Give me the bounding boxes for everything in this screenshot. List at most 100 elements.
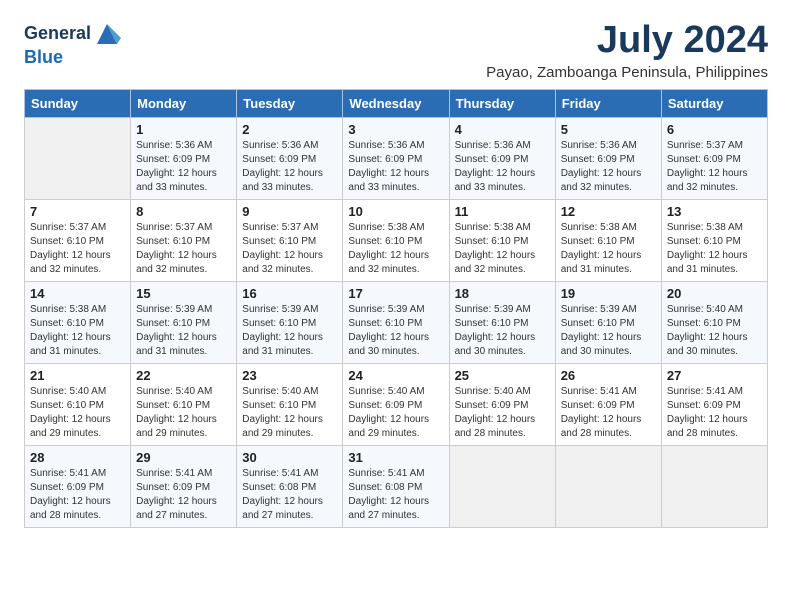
day-info: Sunrise: 5:37 AM Sunset: 6:09 PM Dayligh… bbox=[667, 139, 762, 195]
calendar-cell bbox=[25, 117, 131, 199]
day-info: Sunrise: 5:39 AM Sunset: 6:10 PM Dayligh… bbox=[136, 303, 231, 359]
calendar-cell: 23 Sunrise: 5:40 AM Sunset: 6:10 PM Dayli… bbox=[237, 363, 343, 445]
calendar-cell: 1 Sunrise: 5:36 AM Sunset: 6:09 PM Daylig… bbox=[131, 117, 237, 199]
calendar-week-row: 1 Sunrise: 5:36 AM Sunset: 6:09 PM Daylig… bbox=[25, 117, 768, 199]
day-info: Sunrise: 5:36 AM Sunset: 6:09 PM Dayligh… bbox=[561, 139, 656, 195]
logo-text-general: General bbox=[24, 24, 91, 44]
day-number: 1 bbox=[136, 122, 231, 137]
day-number: 7 bbox=[30, 204, 125, 219]
day-number: 16 bbox=[242, 286, 337, 301]
day-info: Sunrise: 5:39 AM Sunset: 6:10 PM Dayligh… bbox=[455, 303, 550, 359]
day-number: 2 bbox=[242, 122, 337, 137]
calendar-cell bbox=[661, 445, 767, 527]
calendar-cell: 5 Sunrise: 5:36 AM Sunset: 6:09 PM Daylig… bbox=[555, 117, 661, 199]
day-info: Sunrise: 5:36 AM Sunset: 6:09 PM Dayligh… bbox=[455, 139, 550, 195]
day-info: Sunrise: 5:36 AM Sunset: 6:09 PM Dayligh… bbox=[242, 139, 337, 195]
calendar-cell: 22Sunrise: 5:40 AM Sunset: 6:10 PM Dayli… bbox=[131, 363, 237, 445]
calendar-cell bbox=[555, 445, 661, 527]
title-area: July 2024 Payao, Zamboanga Peninsula, Ph… bbox=[486, 20, 768, 81]
calendar-cell: 28Sunrise: 5:41 AM Sunset: 6:09 PM Dayli… bbox=[25, 445, 131, 527]
calendar-cell: 12Sunrise: 5:38 AM Sunset: 6:10 PM Dayli… bbox=[555, 199, 661, 281]
day-number: 26 bbox=[561, 368, 656, 383]
weekday-header-row: SundayMondayTuesdayWednesdayThursdayFrid… bbox=[25, 89, 768, 117]
day-number: 6 bbox=[667, 122, 762, 137]
location-subtitle: Payao, Zamboanga Peninsula, Philippines bbox=[486, 64, 768, 81]
day-number: 5 bbox=[561, 122, 656, 137]
day-number: 11 bbox=[455, 204, 550, 219]
day-info: Sunrise: 5:38 AM Sunset: 6:10 PM Dayligh… bbox=[30, 303, 125, 359]
calendar-cell: 16 Sunrise: 5:39 AM Sunset: 6:10 PM Dayli… bbox=[237, 281, 343, 363]
calendar-cell: 21 Sunrise: 5:40 AM Sunset: 6:10 PM Dayli… bbox=[25, 363, 131, 445]
calendar-cell: 3Sunrise: 5:36 AM Sunset: 6:09 PM Daylig… bbox=[343, 117, 449, 199]
weekday-header-sunday: Sunday bbox=[25, 89, 131, 117]
calendar-cell: 11 Sunrise: 5:38 AM Sunset: 6:10 PM Dayli… bbox=[449, 199, 555, 281]
day-number: 20 bbox=[667, 286, 762, 301]
weekday-header-tuesday: Tuesday bbox=[237, 89, 343, 117]
day-info: Sunrise: 5:39 AM Sunset: 6:10 PM Dayligh… bbox=[242, 303, 337, 359]
day-number: 15 bbox=[136, 286, 231, 301]
calendar-cell: 7 Sunrise: 5:37 AM Sunset: 6:10 PM Daylig… bbox=[25, 199, 131, 281]
calendar-week-row: 21 Sunrise: 5:40 AM Sunset: 6:10 PM Dayli… bbox=[25, 363, 768, 445]
day-info: Sunrise: 5:41 AM Sunset: 6:08 PM Dayligh… bbox=[242, 467, 337, 523]
day-info: Sunrise: 5:37 AM Sunset: 6:10 PM Dayligh… bbox=[30, 221, 125, 277]
day-info: Sunrise: 5:38 AM Sunset: 6:10 PM Dayligh… bbox=[667, 221, 762, 277]
calendar-week-row: 14 Sunrise: 5:38 AM Sunset: 6:10 PM Dayli… bbox=[25, 281, 768, 363]
calendar-cell: 24 Sunrise: 5:40 AM Sunset: 6:09 PM Dayli… bbox=[343, 363, 449, 445]
page-header: General Blue July 2024 Payao, Zamboanga … bbox=[24, 20, 768, 81]
day-info: Sunrise: 5:40 AM Sunset: 6:10 PM Dayligh… bbox=[667, 303, 762, 359]
day-number: 31 bbox=[348, 450, 443, 465]
day-info: Sunrise: 5:41 AM Sunset: 6:08 PM Dayligh… bbox=[348, 467, 443, 523]
day-number: 10 bbox=[348, 204, 443, 219]
calendar-cell bbox=[449, 445, 555, 527]
day-number: 17 bbox=[348, 286, 443, 301]
day-info: Sunrise: 5:36 AM Sunset: 6:09 PM Dayligh… bbox=[348, 139, 443, 195]
day-info: Sunrise: 5:38 AM Sunset: 6:10 PM Dayligh… bbox=[455, 221, 550, 277]
day-info: Sunrise: 5:39 AM Sunset: 6:10 PM Dayligh… bbox=[561, 303, 656, 359]
calendar-cell: 26Sunrise: 5:41 AM Sunset: 6:09 PM Dayli… bbox=[555, 363, 661, 445]
calendar-cell: 2 Sunrise: 5:36 AM Sunset: 6:09 PM Daylig… bbox=[237, 117, 343, 199]
day-info: Sunrise: 5:36 AM Sunset: 6:09 PM Dayligh… bbox=[136, 139, 231, 195]
weekday-header-monday: Monday bbox=[131, 89, 237, 117]
calendar-table: SundayMondayTuesdayWednesdayThursdayFrid… bbox=[24, 89, 768, 528]
calendar-cell: 15 Sunrise: 5:39 AM Sunset: 6:10 PM Dayli… bbox=[131, 281, 237, 363]
day-number: 24 bbox=[348, 368, 443, 383]
day-number: 13 bbox=[667, 204, 762, 219]
calendar-cell: 29Sunrise: 5:41 AM Sunset: 6:09 PM Dayli… bbox=[131, 445, 237, 527]
weekday-header-saturday: Saturday bbox=[661, 89, 767, 117]
day-info: Sunrise: 5:37 AM Sunset: 6:10 PM Dayligh… bbox=[136, 221, 231, 277]
day-info: Sunrise: 5:37 AM Sunset: 6:10 PM Dayligh… bbox=[242, 221, 337, 277]
day-info: Sunrise: 5:41 AM Sunset: 6:09 PM Dayligh… bbox=[667, 385, 762, 441]
day-number: 23 bbox=[242, 368, 337, 383]
month-year-title: July 2024 bbox=[486, 20, 768, 62]
logo: General Blue bbox=[24, 20, 121, 68]
weekday-header-wednesday: Wednesday bbox=[343, 89, 449, 117]
calendar-cell: 10 Sunrise: 5:38 AM Sunset: 6:10 PM Dayli… bbox=[343, 199, 449, 281]
calendar-cell: 9Sunrise: 5:37 AM Sunset: 6:10 PM Daylig… bbox=[237, 199, 343, 281]
day-number: 27 bbox=[667, 368, 762, 383]
day-info: Sunrise: 5:40 AM Sunset: 6:10 PM Dayligh… bbox=[30, 385, 125, 441]
calendar-cell: 27 Sunrise: 5:41 AM Sunset: 6:09 PM Dayli… bbox=[661, 363, 767, 445]
calendar-cell: 13 Sunrise: 5:38 AM Sunset: 6:10 PM Dayli… bbox=[661, 199, 767, 281]
calendar-cell: 8 Sunrise: 5:37 AM Sunset: 6:10 PM Daylig… bbox=[131, 199, 237, 281]
calendar-cell: 19 Sunrise: 5:39 AM Sunset: 6:10 PM Dayli… bbox=[555, 281, 661, 363]
day-info: Sunrise: 5:38 AM Sunset: 6:10 PM Dayligh… bbox=[348, 221, 443, 277]
day-number: 29 bbox=[136, 450, 231, 465]
day-number: 21 bbox=[30, 368, 125, 383]
day-number: 8 bbox=[136, 204, 231, 219]
calendar-cell: 31 Sunrise: 5:41 AM Sunset: 6:08 PM Dayli… bbox=[343, 445, 449, 527]
day-info: Sunrise: 5:40 AM Sunset: 6:09 PM Dayligh… bbox=[455, 385, 550, 441]
logo-text-blue: Blue bbox=[24, 47, 63, 67]
day-info: Sunrise: 5:40 AM Sunset: 6:10 PM Dayligh… bbox=[136, 385, 231, 441]
calendar-cell: 17 Sunrise: 5:39 AM Sunset: 6:10 PM Dayli… bbox=[343, 281, 449, 363]
day-info: Sunrise: 5:40 AM Sunset: 6:09 PM Dayligh… bbox=[348, 385, 443, 441]
day-number: 18 bbox=[455, 286, 550, 301]
day-info: Sunrise: 5:39 AM Sunset: 6:10 PM Dayligh… bbox=[348, 303, 443, 359]
calendar-week-row: 7 Sunrise: 5:37 AM Sunset: 6:10 PM Daylig… bbox=[25, 199, 768, 281]
weekday-header-thursday: Thursday bbox=[449, 89, 555, 117]
day-number: 19 bbox=[561, 286, 656, 301]
day-info: Sunrise: 5:40 AM Sunset: 6:10 PM Dayligh… bbox=[242, 385, 337, 441]
calendar-cell: 4Sunrise: 5:36 AM Sunset: 6:09 PM Daylig… bbox=[449, 117, 555, 199]
calendar-cell: 14 Sunrise: 5:38 AM Sunset: 6:10 PM Dayli… bbox=[25, 281, 131, 363]
day-number: 12 bbox=[561, 204, 656, 219]
day-number: 14 bbox=[30, 286, 125, 301]
